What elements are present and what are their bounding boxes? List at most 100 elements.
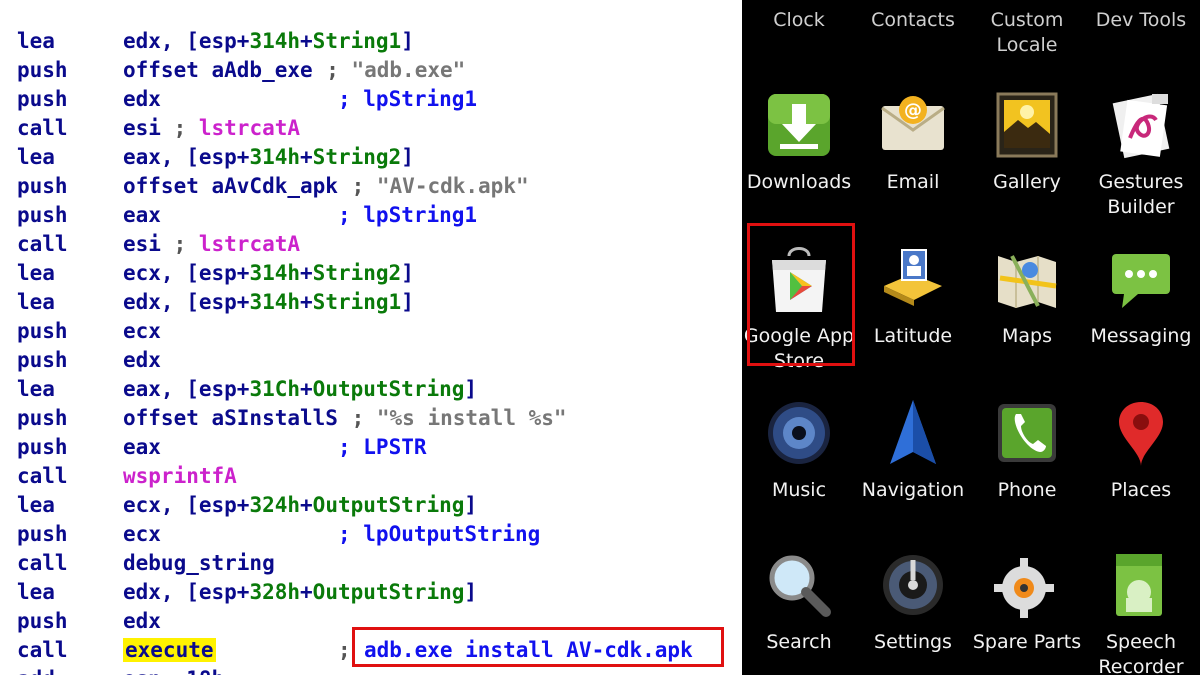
app-label-top-row[interactable]: Custom Locale <box>970 8 1084 58</box>
app-label: Gallery <box>993 171 1061 193</box>
asm-mnemonic: lea <box>17 580 55 604</box>
speech-recorder-icon <box>1104 548 1178 622</box>
app-messaging[interactable]: Messaging <box>1084 242 1198 392</box>
app-gestures-builder[interactable]: Gestures Builder <box>1084 88 1198 238</box>
app-label: Messaging <box>1090 325 1192 347</box>
asm-operands: ecx <box>123 522 161 546</box>
asm-comment: ; "AV-cdk.apk" <box>351 174 529 198</box>
asm-operands: ecx <box>123 319 161 343</box>
latitude-icon <box>876 242 950 316</box>
asm-line: lea edx, [esp+314h+String1] <box>0 288 742 317</box>
asm-operands: edx, [esp+314h+String1] <box>123 290 414 314</box>
asm-operands: ecx, [esp+324h+OutputString] <box>123 493 478 517</box>
asm-operands: eax <box>123 435 161 459</box>
asm-comment: ; lpOutputString <box>338 522 541 546</box>
asm-mnemonic: call <box>17 116 68 140</box>
asm-mnemonic: call <box>17 464 68 488</box>
app-label: Phone <box>997 479 1057 501</box>
asm-operands: ecx, [esp+314h+String2] <box>123 261 414 285</box>
app-music[interactable]: Music <box>742 396 856 546</box>
download-icon <box>762 88 836 162</box>
phone-icon <box>990 396 1064 470</box>
asm-line: push eax ; LPSTR <box>0 433 742 462</box>
music-icon <box>762 396 836 470</box>
execute-string-highlight <box>352 627 724 667</box>
app-phone[interactable]: Phone <box>970 396 1084 546</box>
asm-line: push edx <box>0 346 742 375</box>
app-spare-parts[interactable]: Spare Parts <box>970 548 1084 675</box>
asm-line: lea eax, [esp+31Ch+OutputString] <box>0 375 742 404</box>
spare-parts-icon <box>990 548 1064 622</box>
app-label: Email <box>886 171 940 193</box>
asm-line: call esi ; lstrcatA <box>0 230 742 259</box>
asm-operands: offset aAdb_exe <box>123 58 313 82</box>
asm-line: lea ecx, [esp+314h+String2] <box>0 259 742 288</box>
asm-operands: eax <box>123 203 161 227</box>
asm-operands: edx <box>123 87 161 111</box>
app-navigation[interactable]: Navigation <box>856 396 970 546</box>
asm-line: push ecx <box>0 317 742 346</box>
app-settings[interactable]: Settings <box>856 548 970 675</box>
messaging-icon <box>1104 242 1178 316</box>
svg-text:@: @ <box>904 100 922 121</box>
asm-mnemonic: push <box>17 174 68 198</box>
asm-mnemonic: lea <box>17 493 55 517</box>
maps-icon <box>990 242 1064 316</box>
app-label: Maps <box>1002 325 1052 347</box>
asm-operands: offset aSInstallS <box>123 406 338 430</box>
app-label: Search <box>766 631 832 653</box>
asm-comment: ; lpString1 <box>338 203 478 227</box>
asm-mnemonic: push <box>17 58 68 82</box>
gestures-icon <box>1104 88 1178 162</box>
disassembly-panel: lea edx, [esp+314h+String1] push offset aAd… <box>0 0 742 675</box>
asm-mnemonic: lea <box>17 290 55 314</box>
asm-mnemonic: call <box>17 638 68 662</box>
gallery-icon <box>990 88 1064 162</box>
app-label: Latitude <box>873 325 953 347</box>
asm-line: call esi ; lstrcatA <box>0 114 742 143</box>
navigation-icon <box>876 396 950 470</box>
app-label-top-row[interactable]: Clock <box>742 8 856 33</box>
app-places[interactable]: Places <box>1084 396 1198 546</box>
app-label-top-row[interactable]: Contacts <box>856 8 970 33</box>
asm-operands: esp, 18h <box>123 665 224 675</box>
asm-operands: edx, [esp+314h+String1] <box>123 29 414 53</box>
asm-mnemonic: push <box>17 435 68 459</box>
app-speech-recorder[interactable]: Speech Recorder <box>1084 548 1198 675</box>
app-label: Music <box>771 479 827 501</box>
app-search[interactable]: Search <box>742 548 856 675</box>
asm-mnemonic: push <box>17 406 68 430</box>
asm-comment: ; "%s install %s" <box>351 406 567 430</box>
app-latitude[interactable]: Latitude <box>856 242 970 392</box>
asm-line: call debug_string <box>0 549 742 578</box>
app-email[interactable]: @ Email <box>856 88 970 238</box>
asm-mnemonic: call <box>17 551 68 575</box>
asm-operands: esi ; lstrcatA <box>123 232 301 256</box>
asm-operands: edx <box>123 609 161 633</box>
asm-mnemonic: add <box>17 665 55 675</box>
asm-mnemonic: push <box>17 348 68 372</box>
app-label: Spare Parts <box>972 631 1082 653</box>
app-label: Places <box>1110 479 1172 501</box>
asm-comment: ; "adb.exe" <box>326 58 466 82</box>
app-label: Speech Recorder <box>1098 631 1184 675</box>
asm-mnemonic: push <box>17 319 68 343</box>
asm-operands: offset aAvCdk_apk <box>123 174 338 198</box>
asm-line: push eax ; lpString1 <box>0 201 742 230</box>
asm-operands: eax, [esp+31Ch+OutputString] <box>123 377 478 401</box>
asm-line: lea edx, [esp+314h+String1] <box>0 27 742 56</box>
asm-mnemonic: push <box>17 522 68 546</box>
app-downloads[interactable]: Downloads <box>742 88 856 238</box>
asm-operands: wsprintfA <box>123 464 237 488</box>
asm-line: push ecx ; lpOutputString <box>0 520 742 549</box>
google-app-store-highlight <box>747 223 855 366</box>
app-label: Settings <box>874 631 952 653</box>
app-maps[interactable]: Maps <box>970 242 1084 392</box>
asm-line: push offset aSInstallS ; "%s install %s" <box>0 404 742 433</box>
app-gallery[interactable]: Gallery <box>970 88 1084 238</box>
asm-line: lea edx, [esp+328h+OutputString] <box>0 578 742 607</box>
asm-mnemonic: call <box>17 232 68 256</box>
app-label-top-row[interactable]: Dev Tools <box>1084 8 1198 33</box>
asm-comment: ; LPSTR <box>338 435 427 459</box>
asm-operands: edx, [esp+328h+OutputString] <box>123 580 478 604</box>
